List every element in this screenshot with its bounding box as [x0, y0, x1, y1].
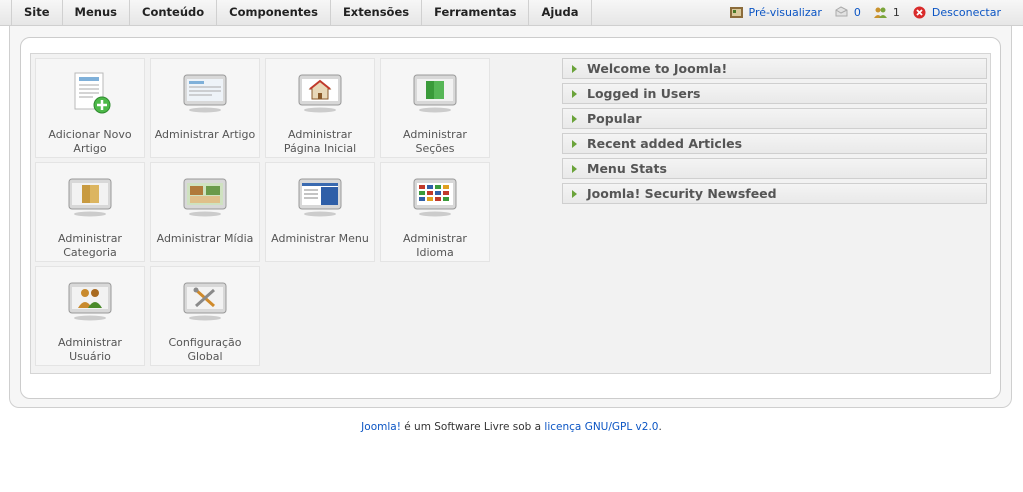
- expand-arrow-icon: [572, 89, 577, 98]
- tile-manage-menu[interactable]: Administrar Menu: [265, 162, 375, 262]
- users-count: 1: [892, 6, 900, 19]
- article-icon: [183, 74, 227, 113]
- sections-icon: [413, 74, 457, 113]
- tile-label: Administrar Mídia: [156, 232, 254, 245]
- menu-components[interactable]: Componentes: [217, 0, 331, 25]
- panel-title: Welcome to Joomla!: [587, 61, 728, 76]
- preview-label[interactable]: Pré-visualizar: [749, 6, 822, 19]
- tile-label: Administrar Categoria: [58, 232, 122, 259]
- panel-title: Recent added Articles: [587, 136, 743, 151]
- tile-manage-frontpage[interactable]: Administrar Página Inicial: [265, 58, 375, 158]
- panel-security-newsfeed[interactable]: Joomla! Security Newsfeed: [562, 183, 987, 204]
- tile-manage-media[interactable]: Administrar Mídia: [150, 162, 260, 262]
- tile-label: Administrar Idioma: [403, 232, 467, 259]
- tile-label: Adicionar Novo Artigo: [48, 128, 132, 155]
- top-menu-bar: Site Menus Conteúdo Componentes Extensõe…: [0, 0, 1023, 26]
- menu-content[interactable]: Conteúdo: [130, 0, 218, 25]
- footer: Joomla! é um Software Livre sob a licenç…: [0, 421, 1023, 433]
- add-article-icon: [74, 72, 111, 114]
- panel-recent-articles[interactable]: Recent added Articles: [562, 133, 987, 154]
- panel-title: Popular: [587, 111, 642, 126]
- messages-count: 0: [853, 6, 861, 19]
- media-icon: [183, 178, 227, 217]
- tile-label: Administrar Página Inicial: [283, 128, 357, 155]
- joomla-link[interactable]: Joomla!: [361, 421, 401, 433]
- tile-global-config[interactable]: Configuração Global: [150, 266, 260, 366]
- menu-tools[interactable]: Ferramentas: [422, 0, 530, 25]
- tile-label: Configuração Global: [168, 336, 242, 363]
- menu-site[interactable]: Site: [11, 0, 63, 25]
- footer-text: é um Software Livre sob a: [400, 421, 545, 433]
- logout-link[interactable]: Desconectar: [912, 5, 1001, 20]
- tile-label: Administrar Usuário: [58, 336, 122, 363]
- tile-label: Administrar Menu: [271, 232, 369, 245]
- logout-label[interactable]: Desconectar: [932, 6, 1001, 19]
- module-accordion: Welcome to Joomla! Logged in Users Popul…: [562, 58, 987, 208]
- expand-arrow-icon: [572, 139, 577, 148]
- panel-popular[interactable]: Popular: [562, 108, 987, 129]
- tile-label: Administrar Artigo: [154, 128, 256, 141]
- menu-icon: [298, 178, 342, 217]
- tile-manage-articles[interactable]: Administrar Artigo: [150, 58, 260, 158]
- panel-title: Logged in Users: [587, 86, 701, 101]
- expand-arrow-icon: [572, 64, 577, 73]
- user-icon: [68, 282, 112, 321]
- preview-link[interactable]: Pré-visualizar: [729, 5, 822, 20]
- main-menu: Site Menus Conteúdo Componentes Extensõe…: [11, 0, 592, 25]
- status-bar: Pré-visualizar 0 1 Desconectar: [717, 0, 1001, 25]
- logout-icon: [913, 6, 926, 19]
- messages-indicator[interactable]: 0: [834, 5, 861, 20]
- panel-title: Menu Stats: [587, 161, 667, 176]
- panel-title: Joomla! Security Newsfeed: [587, 186, 777, 201]
- preview-icon: [729, 7, 743, 18]
- footer-end: .: [658, 421, 662, 433]
- users-indicator[interactable]: 1: [873, 5, 900, 20]
- expand-arrow-icon: [572, 114, 577, 123]
- expand-arrow-icon: [572, 164, 577, 173]
- tile-add-article[interactable]: Adicionar Novo Artigo: [35, 58, 145, 158]
- users-online-icon: [873, 7, 887, 18]
- menu-extensions[interactable]: Extensões: [331, 0, 423, 25]
- frontpage-icon: [298, 74, 342, 113]
- menu-help[interactable]: Ajuda: [529, 0, 592, 25]
- config-icon: [183, 282, 227, 321]
- messages-icon: [835, 6, 848, 17]
- panel-logged-in-users[interactable]: Logged in Users: [562, 83, 987, 104]
- license-link[interactable]: licença GNU/GPL v2.0: [544, 421, 658, 433]
- expand-arrow-icon: [572, 189, 577, 198]
- language-icon: [413, 178, 457, 217]
- tile-manage-language[interactable]: Administrar Idioma: [380, 162, 490, 262]
- panel-menu-stats[interactable]: Menu Stats: [562, 158, 987, 179]
- tile-label: Administrar Seções: [403, 128, 467, 155]
- panel-welcome[interactable]: Welcome to Joomla!: [562, 58, 987, 79]
- tile-manage-users[interactable]: Administrar Usuário: [35, 266, 145, 366]
- category-icon: [68, 178, 112, 217]
- tile-manage-sections[interactable]: Administrar Seções: [380, 58, 490, 158]
- menu-menus[interactable]: Menus: [63, 0, 130, 25]
- tile-manage-categories[interactable]: Administrar Categoria: [35, 162, 145, 262]
